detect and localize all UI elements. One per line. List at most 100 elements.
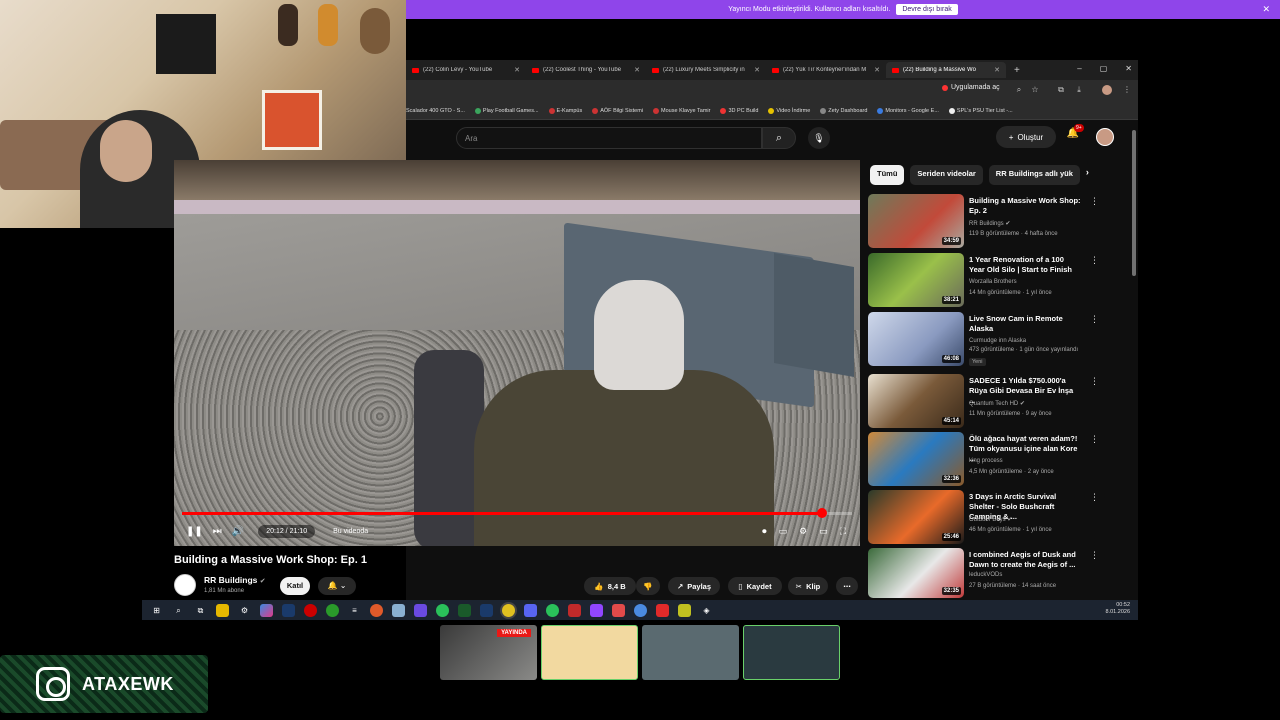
tab[interactable]: (22) Yük Tır Konteyner'ından M ✕ [766,62,886,78]
steam-icon[interactable] [480,603,493,617]
fullscreen-icon[interactable]: ⛶ [840,526,846,537]
tab[interactable]: (22) Coolest Thing - YouTube ✕ [526,62,646,78]
recommendation-item[interactable]: 38:21 1 Year Renovation of a 100 Year Ol… [868,253,1128,307]
system-clock[interactable]: 00:52 8.01.2026 [1106,602,1130,616]
notifications-button[interactable]: 🔔 9+ [1064,124,1084,146]
recommendation-item[interactable]: 46:08 Live Snow Cam in Remote Alaska Cur… [868,312,1128,366]
recommendation-item[interactable]: 32:35 I combined Aegis of Dusk and Dawn … [868,548,1128,598]
twitch-icon[interactable] [590,603,603,617]
video-thumbnail[interactable]: 45:14 [868,374,964,428]
dislike-button[interactable]: 👎 [636,577,660,595]
task-view-icon[interactable]: ⧉ [194,604,207,617]
rec-channel[interactable]: leduckVODs [969,572,1002,578]
app-icon[interactable]: ≡ [348,604,361,617]
bookmark[interactable]: Video İndirme [768,107,810,114]
bookmark[interactable]: Mouse Klavye Tamir [653,107,710,114]
clip-button[interactable]: ✂ Klip [788,577,828,595]
rec-channel[interactable]: king process [969,458,1003,464]
close-icon[interactable]: ✕ [994,66,1000,74]
mic-button[interactable]: 🎙 [808,127,830,149]
more-icon[interactable]: ⋮ [1090,255,1099,266]
pause-icon[interactable]: ❚❚ [186,526,203,537]
chapter-label[interactable]: Bu videoda [325,525,376,538]
settings-icon[interactable]: ⚙ [238,604,251,617]
recommendation-item[interactable]: 34:59 Building a Massive Work Shop: Ep. … [868,194,1128,248]
close-icon[interactable]: ✕ [754,66,760,74]
browser-icon[interactable] [370,603,383,617]
bookmark[interactable]: AÖF Bilgi Sistemi [592,107,643,114]
more-icon[interactable]: ⋮ [1090,550,1099,561]
search-input[interactable]: Ara [456,127,762,149]
more-icon[interactable]: ⋮ [1090,196,1099,207]
bookmark[interactable]: Play Football Games... [474,107,539,114]
create-button[interactable]: + Oluştur [996,126,1056,148]
app-icon[interactable] [568,603,581,617]
bookmark[interactable]: Zety Dashboard [820,107,867,114]
rec-title[interactable]: Live Snow Cam in Remote Alaska [969,314,1081,334]
app-icon[interactable] [414,603,427,617]
spotify-icon[interactable] [546,603,559,617]
join-button[interactable]: Katıl [280,577,310,595]
save-button[interactable]: ▯ Kaydet [728,577,782,595]
star-icon[interactable]: ☆ [1030,85,1040,95]
minimize-icon[interactable]: – [1077,64,1081,73]
bookmark[interactable]: SPL's PSU Tier List -... [948,107,1013,114]
rec-title[interactable]: Building a Massive Work Shop: Ep. 2 [969,196,1081,216]
open-in-app-button[interactable]: Uygulamada aç [942,84,1000,91]
video-thumbnail[interactable]: 38:21 [868,253,964,307]
close-icon[interactable]: ✕ [514,66,520,74]
recommendation-item[interactable]: 32:36 Ölü ağaca hayat veren adam?! Tüm o… [868,432,1128,486]
subtitles-icon[interactable]: ▭ [779,526,788,537]
autoplay-toggle[interactable]: ⏺ [762,526,767,537]
more-button[interactable]: ⋯ [836,577,858,595]
recommendation-item[interactable]: 45:14 SADECE 1 Yılda $750.000'a Rüya Gib… [868,374,1128,428]
scrollbar[interactable] [1132,130,1136,276]
rec-channel[interactable]: Quantum Tech HD ✔ [969,400,1025,407]
chevron-right-icon[interactable]: › [1086,165,1089,185]
search-button[interactable]: ⌕ [762,127,796,149]
video-thumbnail[interactable]: 32:35 [868,548,964,598]
disable-button[interactable]: Devre dışı bırak [896,4,958,15]
progress-bar[interactable] [182,508,852,518]
xbox-icon[interactable] [326,603,339,617]
video-thumbnail[interactable]: 34:59 [868,194,964,248]
steam-icon[interactable] [282,603,295,617]
nvidia-icon[interactable] [458,603,471,617]
close-icon[interactable]: ✕ [874,66,880,74]
more-icon[interactable]: ⋮ [1090,376,1099,387]
app-icon[interactable] [304,603,317,617]
windows-start-icon[interactable]: ⊞ [150,604,163,617]
close-icon[interactable]: ✕ [1125,64,1132,73]
whatsapp-icon[interactable] [436,603,449,617]
rec-channel[interactable]: Outdoor Boys ✔ [969,516,1012,523]
copilot-icon[interactable] [260,603,273,617]
file-explorer-icon[interactable] [216,603,229,617]
close-icon[interactable]: ✕ [1262,4,1270,15]
search-icon[interactable]: ⌕ [172,604,185,617]
chip-series[interactable]: Seriden videolar [910,165,983,185]
maximize-icon[interactable]: ▢ [1100,64,1108,73]
like-button[interactable]: 👍 8,4 B [584,577,636,595]
app-icon[interactable]: ◈ [700,604,713,617]
video-player[interactable]: ❚❚ ⏭ 🔊 20:12 / 21:10 Bu videoda ⏺ ▭ ⚙ ▭ … [174,160,860,546]
more-icon[interactable]: ⋮ [1090,492,1099,503]
video-thumbnail[interactable]: 25:46 [868,490,964,544]
video-thumbnail[interactable]: 46:08 [868,312,964,366]
avatar[interactable] [1096,128,1114,146]
rec-title[interactable]: I combined Aegis of Dusk and Dawn to cre… [969,550,1081,570]
rec-channel[interactable]: RR Buildings ✔ [969,220,1010,227]
app-icon[interactable] [656,603,669,617]
bookmark[interactable]: Scalador 400 GTO - S... [406,108,465,114]
recommendation-item[interactable]: 25:46 3 Days in Arctic Survival Shelter … [868,490,1128,544]
app-icon[interactable] [392,603,405,617]
next-icon[interactable]: ⏭ [213,526,222,537]
chip-channel[interactable]: RR Buildings adlı yük [988,165,1080,185]
rec-channel[interactable]: Curmudge inn Alaska [969,338,1026,344]
settings-icon[interactable]: ⚙ [799,526,807,537]
more-icon[interactable]: ⋮ [1090,434,1099,445]
zoom-icon[interactable]: ⌕ [1014,85,1024,95]
rec-title[interactable]: 1 Year Renovation of a 100 Year Old Silo… [969,255,1081,275]
app-icon[interactable] [612,603,625,617]
share-button[interactable]: ↗ Paylaş [668,577,720,595]
app-icon[interactable] [678,603,691,617]
